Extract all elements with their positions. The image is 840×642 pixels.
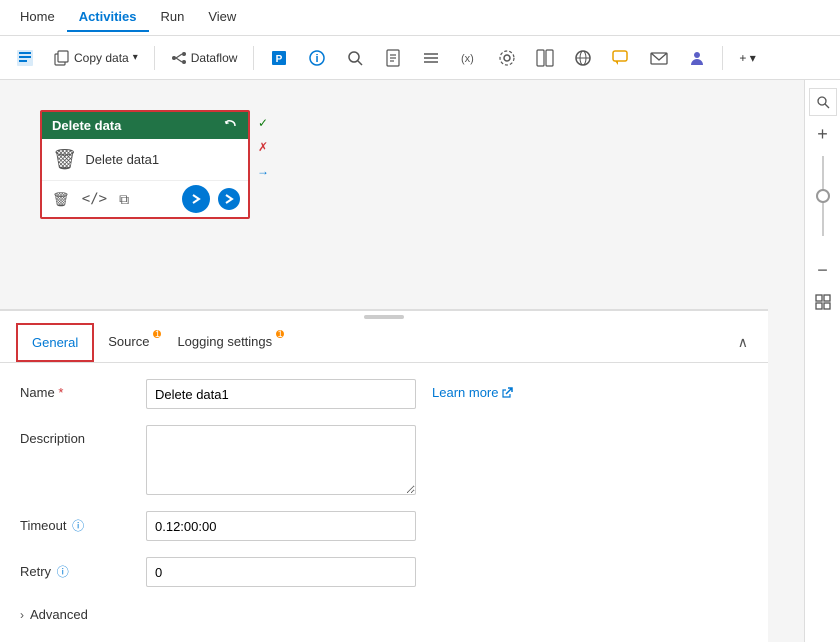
zoom-track [822, 156, 824, 236]
external-link-icon [501, 387, 513, 399]
retry-row: Retry ⓘ [20, 557, 748, 587]
name-row: Name * Learn more [20, 379, 748, 409]
menu-activities[interactable]: Activities [67, 3, 149, 32]
chat-btn[interactable] [604, 45, 638, 71]
panel-drag-handle[interactable] [0, 311, 768, 323]
add-btn[interactable]: + ▾ [731, 47, 763, 69]
tabs-left: General Source 1 Logging settings 1 [16, 323, 286, 362]
tab-source[interactable]: Source 1 [94, 324, 163, 361]
timeout-label: Timeout ⓘ [20, 511, 130, 534]
teams-btn[interactable] [680, 45, 714, 71]
svg-text:i: i [316, 53, 319, 65]
globe-btn[interactable] [566, 45, 600, 71]
node-action-x[interactable]: ✗ [252, 136, 274, 158]
activity-node[interactable]: Delete data 🗑 Delete data1 🗑 </> ⧉ [40, 110, 250, 219]
toolbar-divider-1 [154, 46, 155, 70]
description-input[interactable] [146, 425, 416, 495]
toolbar: Copy data ▾ Dataflow P i (x) [0, 36, 840, 80]
zoom-thumb[interactable] [816, 189, 830, 203]
retry-info-icon: ⓘ [57, 565, 69, 579]
document-btn[interactable] [376, 45, 410, 71]
zoom-controls: + − [804, 80, 840, 642]
tab-general[interactable]: General [16, 323, 94, 362]
description-row: Description [20, 425, 748, 495]
name-required: * [58, 385, 63, 400]
bottom-panel: General Source 1 Logging settings 1 ∧ [0, 309, 768, 642]
form-area: Name * Learn more Description [0, 363, 768, 642]
zoom-in-btn[interactable]: + [809, 120, 837, 148]
toolbar-divider-3 [722, 46, 723, 70]
pipeline-btn[interactable]: P [262, 45, 296, 71]
search-zoom-btn[interactable] [809, 88, 837, 116]
zoom-out-btn[interactable]: − [809, 256, 837, 284]
retry-input[interactable] [146, 557, 416, 587]
trash-icon: 🗑 [52, 147, 77, 172]
name-input[interactable] [146, 379, 416, 409]
code-icon[interactable]: </> [80, 189, 109, 209]
copy-data-btn[interactable]: Copy data ▾ [46, 46, 146, 70]
name-label: Name * [20, 379, 130, 400]
source-badge: 1 [153, 330, 161, 338]
delete-icon[interactable]: 🗑 [50, 189, 72, 210]
menu-view[interactable]: View [196, 3, 248, 32]
variable-btn[interactable]: (x) [452, 45, 486, 71]
toolbar-divider-2 [253, 46, 254, 70]
menu-run[interactable]: Run [149, 3, 197, 32]
activity-label: Delete data1 [85, 152, 159, 167]
split-btn[interactable] [528, 45, 562, 71]
dataflow-btn[interactable]: Dataflow [163, 46, 246, 70]
tab-logging[interactable]: Logging settings 1 [163, 324, 286, 361]
activity-header: Delete data [42, 112, 248, 139]
svg-text:(x): (x) [461, 53, 474, 65]
learn-more-link[interactable]: Learn more [432, 379, 513, 400]
list-btn[interactable] [414, 45, 448, 71]
tabs-bar: General Source 1 Logging settings 1 ∧ [0, 323, 768, 363]
node-action-check[interactable]: ✓ [252, 112, 274, 134]
svg-text:P: P [276, 54, 283, 65]
zoom-slider[interactable] [822, 152, 824, 252]
activity-body: 🗑 Delete data1 [42, 139, 248, 180]
zoom-fit-btn[interactable] [809, 288, 837, 316]
copy-icon[interactable]: ⧉ [117, 189, 131, 210]
timeout-input[interactable] [146, 511, 416, 541]
go-btn[interactable] [218, 188, 240, 210]
node-action-arrow[interactable]: → [252, 160, 274, 182]
timeout-info-icon: ⓘ [72, 519, 84, 533]
search-btn[interactable] [338, 45, 372, 71]
description-label: Description [20, 425, 130, 446]
info-btn[interactable]: i [300, 45, 334, 71]
activity-footer: 🗑 </> ⧉ [42, 180, 248, 217]
menu-bar: Home Activities Run View [0, 0, 840, 36]
pipeline-icon-btn [8, 45, 42, 71]
undo-icon[interactable] [224, 119, 238, 133]
logging-badge: 1 [276, 330, 284, 338]
retry-label: Retry ⓘ [20, 557, 130, 580]
email-btn[interactable] [642, 45, 676, 71]
timeout-row: Timeout ⓘ [20, 511, 748, 541]
canvas[interactable]: Delete data 🗑 Delete data1 🗑 </> ⧉ [0, 80, 804, 642]
menu-home[interactable]: Home [8, 3, 67, 32]
advanced-row[interactable]: › Advanced [20, 603, 748, 626]
main-area: Delete data 🗑 Delete data1 🗑 </> ⧉ [0, 80, 840, 642]
advanced-chevron-icon: › [20, 608, 24, 622]
arrow-btn[interactable] [182, 185, 210, 213]
activity-title: Delete data [52, 118, 121, 133]
settings-btn[interactable] [490, 45, 524, 71]
collapse-btn[interactable]: ∧ [734, 330, 752, 355]
node-actions: ✓ ✗ → [252, 112, 274, 182]
advanced-label: Advanced [30, 607, 88, 622]
